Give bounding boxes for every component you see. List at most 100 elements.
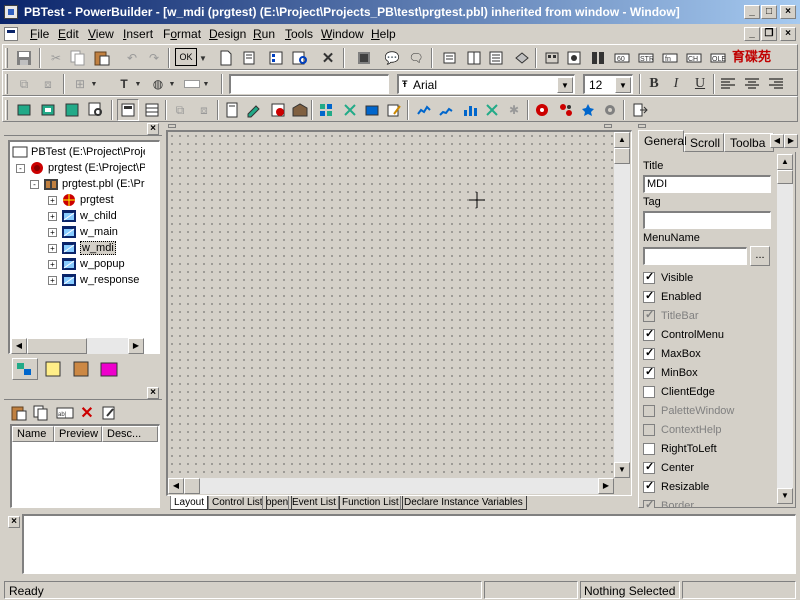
expand-icon[interactable]: + xyxy=(48,211,57,221)
minimize-button[interactable]: _ xyxy=(744,5,760,19)
menu-item-file[interactable]: File xyxy=(30,27,49,41)
menu-item-format[interactable]: Format xyxy=(163,27,201,41)
mdi-close-button[interactable]: × xyxy=(780,27,796,41)
menu-item-design[interactable]: Design xyxy=(209,27,246,41)
close-icon[interactable]: × xyxy=(147,387,159,399)
vertical-scrollbar[interactable]: ▲ ▼ xyxy=(777,154,793,504)
library-painter-icon[interactable] xyxy=(289,99,311,121)
copy-icon[interactable] xyxy=(30,402,52,424)
tab-scroll-right-icon[interactable]: ▶ xyxy=(784,134,798,148)
chevron-down-icon[interactable]: ▼ xyxy=(133,73,143,95)
db-profile-icon[interactable] xyxy=(563,47,585,69)
menu-item-view[interactable]: View xyxy=(88,27,114,41)
bubble-icon[interactable]: 💬 xyxy=(381,47,403,69)
pipeline-icon[interactable] xyxy=(587,47,609,69)
align-center-icon[interactable] xyxy=(741,73,763,95)
scroll-down-icon[interactable]: ▼ xyxy=(614,462,630,478)
library-tree[interactable]: PBTest (E:\Project\Projec - prgtest (E:\Pr… xyxy=(8,140,160,354)
clip-list[interactable]: Name Preview Desc... xyxy=(10,424,160,508)
checkbox-visible[interactable]: Visible xyxy=(643,268,693,287)
debug-icon[interactable] xyxy=(531,99,553,121)
close-icon[interactable]: × xyxy=(147,123,159,135)
query-icon[interactable]: 60 xyxy=(611,47,633,69)
scroll-thumb[interactable] xyxy=(27,338,87,354)
redo-icon[interactable]: ↷ xyxy=(143,47,165,69)
tab-order-icon[interactable] xyxy=(221,99,243,121)
select-control-icon[interactable] xyxy=(13,99,35,121)
paste-icon[interactable] xyxy=(91,47,113,69)
close-button[interactable]: × xyxy=(780,5,796,19)
chevron-down-icon[interactable]: ▼ xyxy=(557,77,573,93)
paste-icon[interactable] xyxy=(8,402,30,424)
align-left-icon[interactable] xyxy=(717,73,739,95)
chevron-down-icon[interactable]: ▼ xyxy=(201,73,211,95)
scroll-right-icon[interactable]: ▶ xyxy=(128,338,144,354)
text-color-icon[interactable]: T xyxy=(113,73,135,95)
tree-item[interactable]: + w_child xyxy=(48,208,117,224)
copy-icon[interactable] xyxy=(67,47,89,69)
style-name-field[interactable] xyxy=(229,74,389,94)
scroll-left-icon[interactable]: ◀ xyxy=(168,478,184,494)
undo-icon[interactable]: ↶ xyxy=(121,47,143,69)
tab-function-list[interactable]: Function List xyxy=(338,496,403,510)
commandbutton-icon[interactable] xyxy=(37,99,59,121)
scroll-right-icon[interactable]: ▶ xyxy=(598,478,614,494)
script-icon[interactable] xyxy=(243,99,265,121)
lookup-icon[interactable] xyxy=(439,47,461,69)
checkbox-righttoleft[interactable]: RightToLeft xyxy=(643,439,717,458)
bold-button[interactable]: B xyxy=(643,73,665,95)
scroll-up-icon[interactable]: ▲ xyxy=(777,154,793,170)
output-tab[interactable] xyxy=(70,360,94,380)
tree-item[interactable]: + w_popup xyxy=(48,256,125,272)
tab-declare-instance-variables[interactable]: Declare Instance Variables xyxy=(400,496,527,510)
scroll-left-icon[interactable]: ◀ xyxy=(11,338,27,354)
horizontal-scrollbar[interactable]: ◀ ▶ xyxy=(11,338,144,354)
tree-icon[interactable] xyxy=(481,99,503,121)
function-icon[interactable]: fn xyxy=(659,47,681,69)
delete-icon[interactable]: ✕ xyxy=(317,47,339,69)
layers-icon[interactable] xyxy=(485,47,507,69)
tree-item[interactable]: + w_main xyxy=(48,224,118,240)
close-icon[interactable]: × xyxy=(8,516,20,528)
scroll-thumb[interactable] xyxy=(184,478,200,494)
tab-control-list[interactable]: Control List xyxy=(208,496,267,510)
scroll-thumb[interactable] xyxy=(614,148,630,164)
underline-button[interactable]: U xyxy=(689,73,711,95)
horizontal-scrollbar[interactable]: ◀ ▶ xyxy=(168,478,614,494)
edit-icon[interactable] xyxy=(98,402,120,424)
graph-icon[interactable] xyxy=(459,99,481,121)
open-icon[interactable] xyxy=(239,47,261,69)
component-icon[interactable]: OLE xyxy=(707,47,729,69)
menu-item-tools[interactable]: Tools xyxy=(285,27,313,41)
preview-icon[interactable] xyxy=(289,47,311,69)
layout-view-icon[interactable] xyxy=(117,99,139,121)
breakpoints-icon[interactable] xyxy=(555,99,577,121)
cut-icon[interactable]: ✂ xyxy=(45,47,67,69)
delete-icon[interactable]: ✕ xyxy=(76,402,98,424)
menu-item-edit[interactable]: Edit xyxy=(58,27,79,41)
deploy-icon[interactable] xyxy=(511,47,533,69)
ok-button-icon[interactable]: OK xyxy=(175,48,197,66)
window-design-canvas[interactable]: ▲ ▼ ◀ ▶ xyxy=(166,130,632,496)
tab-event-list[interactable]: Event List xyxy=(288,496,340,510)
mdi-child-icon[interactable] xyxy=(4,27,18,41)
column-header-preview[interactable]: Preview xyxy=(54,426,102,442)
grid-view-icon[interactable] xyxy=(141,99,163,121)
toolbar-grip[interactable] xyxy=(5,48,8,68)
output-window[interactable] xyxy=(22,514,796,574)
align-icon[interactable]: ⧉ xyxy=(13,73,35,95)
font-size-select[interactable]: 12 ▼ xyxy=(583,74,633,94)
checkbox-center[interactable]: Center xyxy=(643,458,694,477)
new-icon[interactable] xyxy=(215,47,237,69)
clip-tab[interactable] xyxy=(98,360,122,380)
list-view-tab[interactable] xyxy=(42,360,66,380)
toolbar-grip[interactable] xyxy=(5,100,8,120)
compare-icon[interactable] xyxy=(463,47,485,69)
bubble-alt-icon[interactable]: 🗨 xyxy=(405,47,427,69)
tree-item[interactable]: + prgtest xyxy=(48,192,114,208)
chevron-down-icon[interactable]: ▼ xyxy=(89,73,99,95)
font-name-select[interactable]: Arial Ŧ ▼ xyxy=(397,74,575,94)
tree-view-tab[interactable] xyxy=(12,358,38,380)
tree-item[interactable]: - prgtest (E:\Project\Pr xyxy=(16,160,145,176)
chart-icon[interactable] xyxy=(413,99,435,121)
